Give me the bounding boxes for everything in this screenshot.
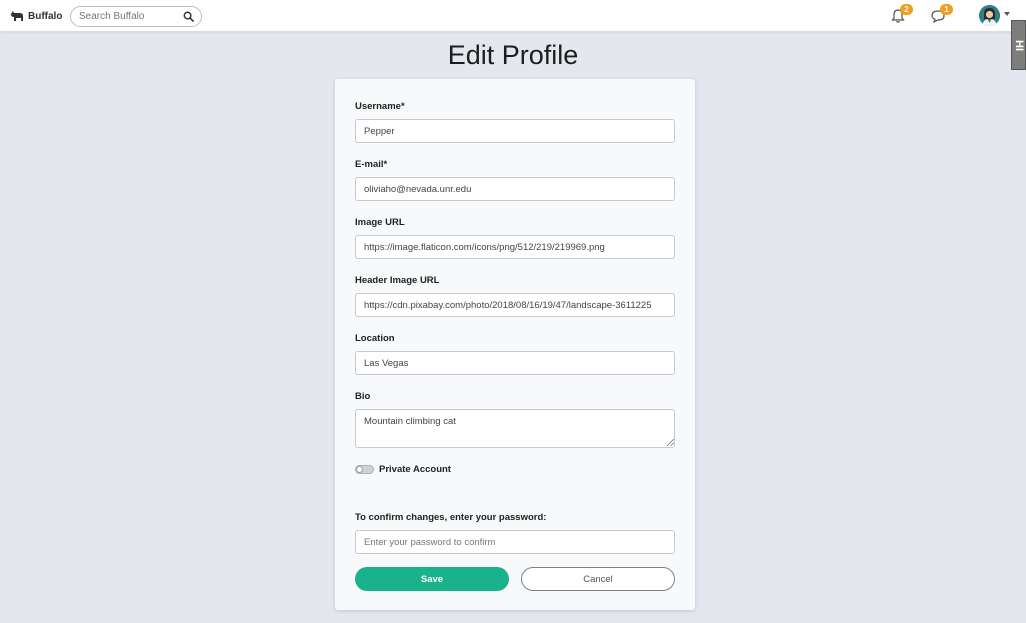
email-field[interactable] — [355, 177, 675, 201]
user-avatar-icon — [979, 5, 1000, 26]
resize-grip-icon[interactable] — [667, 439, 674, 446]
confirm-password-label: To confirm changes, enter your password: — [355, 512, 547, 523]
notifications-badge: 2 — [900, 4, 913, 15]
image-url-label: Image URL — [355, 217, 405, 228]
brand-link[interactable]: Buffalo — [10, 8, 62, 24]
image-url-field[interactable] — [355, 235, 675, 259]
header-image-url-label: Header Image URL — [355, 275, 440, 286]
top-navbar: Buffalo 2 1 — [0, 0, 1026, 32]
location-label: Location — [355, 333, 395, 344]
edit-profile-form: Username* E-mail* Image URL Header Image… — [335, 79, 695, 610]
confirm-password-field[interactable] — [355, 530, 675, 554]
bio-label: Bio — [355, 391, 371, 402]
avatar[interactable] — [979, 5, 1000, 26]
private-account-toggle[interactable] — [355, 465, 374, 474]
username-label: Username* — [355, 101, 405, 112]
bio-field[interactable]: Mountain climbing cat — [355, 409, 675, 448]
cancel-button[interactable]: Cancel — [521, 567, 675, 591]
toggle-knob — [356, 466, 363, 473]
location-field[interactable] — [355, 351, 675, 375]
brand-name: Buffalo — [28, 10, 63, 22]
search-input[interactable] — [79, 10, 179, 23]
chevron-down-icon[interactable] — [1004, 12, 1010, 17]
search-box — [70, 6, 202, 27]
search-icon[interactable] — [183, 11, 194, 22]
messages-badge: 1 — [940, 4, 953, 15]
page-title: Edit Profile — [447, 40, 579, 70]
header-image-url-field[interactable] — [355, 293, 675, 317]
private-account-label: Private Account — [379, 464, 451, 475]
email-label: E-mail* — [355, 159, 388, 170]
save-button[interactable]: Save — [355, 567, 509, 591]
username-field[interactable] — [355, 119, 675, 143]
buffalo-logo-icon — [11, 11, 23, 21]
